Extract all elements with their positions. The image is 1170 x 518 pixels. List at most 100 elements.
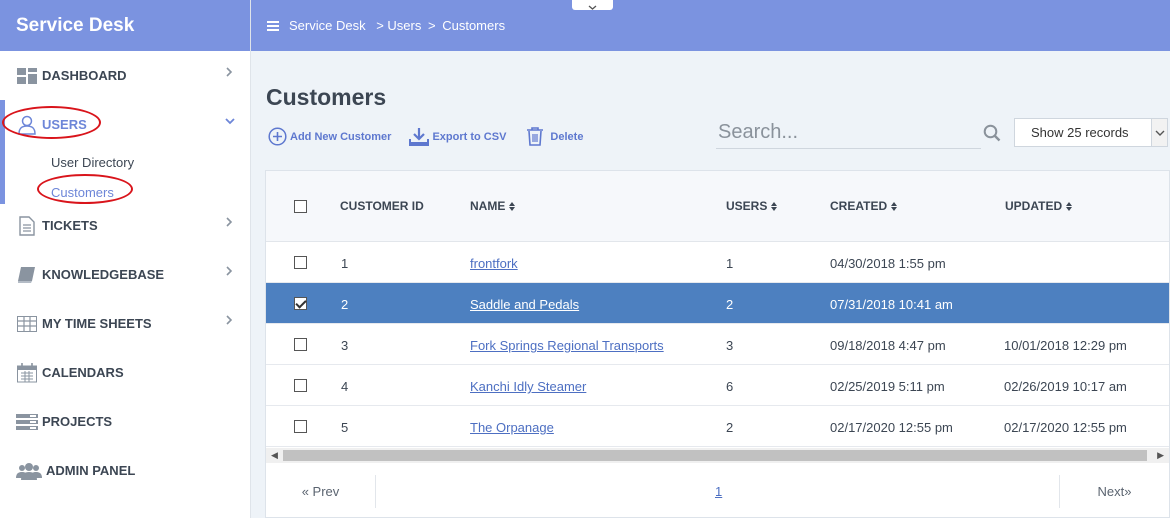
cell-users: 3 [726,338,734,353]
delete-button[interactable]: Delete [526,127,583,146]
customer-link[interactable]: frontfork [470,256,518,271]
sidebar-item-admin-panel[interactable]: ADMIN PANEL [0,446,250,495]
sidebar-item-label: KNOWLEDGEBASE [42,267,165,282]
column-header-updated[interactable]: UPDATED [1005,199,1073,213]
table-row[interactable]: 4 Kanchi Idly Steamer 6 02/25/2019 5:11 … [266,365,1169,406]
row-checkbox[interactable] [294,379,307,392]
chevron-right-icon [226,67,233,77]
search-input[interactable] [716,116,981,148]
search-icon[interactable] [983,124,1001,142]
app-title: Service Desk [0,0,250,51]
customer-link[interactable]: Kanchi Idly Steamer [470,379,586,394]
projects-icon [16,411,38,433]
sidebar-item-my-time-sheets[interactable]: MY TIME SHEETS [0,299,250,348]
trash-icon [527,127,544,146]
add-circle-icon [268,127,287,146]
select-all-checkbox[interactable] [294,200,307,213]
sort-icon[interactable] [509,201,516,211]
sidebar-item-projects[interactable]: PROJECTS [0,397,250,446]
customers-table: CUSTOMER ID NAME USERS CREATED UPDATED 1… [265,170,1170,518]
breadcrumb-customers: Customers [442,18,506,33]
breadcrumb-separator: > [428,18,436,33]
row-checkbox[interactable] [294,338,307,351]
cell-users: 1 [726,256,734,271]
sidebar-item-calendars[interactable]: CALENDARS [0,348,250,397]
page-title: Customers [266,84,387,110]
cell-customer-id: 4 [341,379,349,394]
column-label: UPDATED [1005,199,1063,213]
table-row[interactable]: 1 frontfork 1 04/30/2018 1:55 pm [266,242,1169,283]
cell-created: 09/18/2018 4:47 pm [830,338,946,353]
timesheet-icon [16,313,38,335]
chevron-down-icon [225,118,235,125]
dashboard-icon [16,65,38,87]
cell-customer-id: 3 [341,338,349,353]
table-row[interactable]: 3 Fork Springs Regional Transports 3 09/… [266,324,1169,365]
column-label: NAME [470,199,506,213]
download-icon [409,127,430,146]
next-page-button[interactable]: Next» [1059,475,1169,508]
sidebar-item-label: DASHBOARD [42,68,127,83]
dropdown-arrow-icon[interactable] [1151,119,1167,146]
row-checkbox[interactable] [294,420,307,433]
breadcrumb-root[interactable]: Service Desk [289,18,366,33]
sidebar-subitem-user-directory[interactable]: User Directory [0,147,250,177]
customer-link[interactable]: Fork Springs Regional Transports [470,338,664,353]
add-customer-button[interactable]: Add New Customer [268,127,391,146]
search-box [716,116,981,149]
sidebar: Service Desk DASHBOARD USERS User Direct… [0,0,251,518]
customer-link[interactable]: Saddle and Pedals [470,297,579,312]
annotation-ring-customers [37,174,133,204]
sidebar-item-knowledgebase[interactable]: KNOWLEDGEBASE [0,250,250,299]
ticket-icon [16,215,38,237]
toolbar: Add New Customer Export to CSV Delete [268,127,603,146]
sort-icon[interactable] [771,201,778,211]
breadcrumb-separator: > [376,18,384,33]
scroll-left-icon[interactable]: ◀ [271,450,278,461]
sort-icon[interactable] [891,201,898,211]
sidebar-item-label: MY TIME SHEETS [42,316,152,331]
cell-users: 6 [726,379,734,394]
cell-name: The Orpanage [470,420,554,435]
cell-created: 02/25/2019 5:11 pm [830,379,945,394]
customer-link[interactable]: The Orpanage [470,420,554,435]
chevron-right-icon [226,217,233,227]
sort-icon[interactable] [1066,201,1073,211]
chevron-right-icon [226,315,233,325]
cell-name: Fork Springs Regional Transports [470,338,664,353]
annotation-ring-users [2,106,101,139]
sidebar-item-label: TICKETS [42,218,98,233]
column-label: USERS [726,199,768,213]
breadcrumb-users[interactable]: Users [387,18,421,33]
records-per-page-value: Show 25 records [1031,125,1129,140]
menu-icon[interactable] [267,19,279,33]
sidebar-item-dashboard[interactable]: DASHBOARD [0,51,250,100]
sidebar-item-label: PROJECTS [42,414,113,429]
table-row[interactable]: 2 Saddle and Pedals 2 07/31/2018 10:41 a… [266,283,1169,324]
row-checkbox[interactable] [294,256,307,269]
page-number[interactable]: 1 [715,484,722,499]
export-csv-button[interactable]: Export to CSV [409,127,507,146]
collapse-header-toggle[interactable] [572,0,613,10]
column-header-created[interactable]: CREATED [830,199,898,213]
column-header-name[interactable]: NAME [470,199,516,213]
table-row[interactable]: 5 The Orpanage 2 02/17/2020 12:55 pm 02/… [266,406,1169,447]
cell-name: Kanchi Idly Steamer [470,379,586,394]
cell-created: 04/30/2018 1:55 pm [830,256,946,271]
scroll-right-icon[interactable]: ▶ [1157,450,1164,461]
horizontal-scrollbar[interactable]: ◀ ▶ [266,448,1169,463]
export-csv-label: Export to CSV [432,130,507,143]
column-header-users[interactable]: USERS [726,199,778,213]
scrollbar-thumb[interactable] [283,450,1147,461]
sidebar-item-label: ADMIN PANEL [46,463,136,478]
cell-updated: 10/01/2018 12:29 pm [1004,338,1127,353]
row-checkbox[interactable] [294,297,307,310]
sidebar-item-tickets[interactable]: TICKETS [0,201,250,250]
chevron-right-icon [226,266,233,276]
table-header: CUSTOMER ID NAME USERS CREATED UPDATED [266,171,1169,242]
prev-page-button[interactable]: « Prev [266,475,376,508]
cell-customer-id: 2 [341,297,349,312]
records-per-page-select[interactable]: Show 25 records [1014,118,1168,147]
book-icon [16,264,38,286]
header-bar: Service Desk > Users > Customers [251,0,1170,51]
